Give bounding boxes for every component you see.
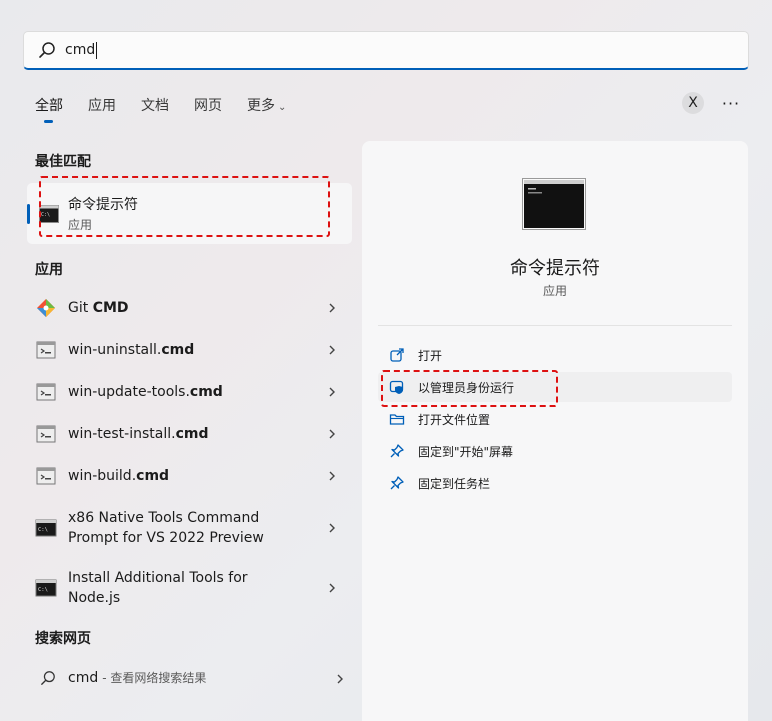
label-match: cmd: [161, 342, 195, 358]
label-text-line2: Prompt for VS 2022 Preview: [68, 530, 264, 546]
script-file-icon: [36, 341, 56, 359]
list-item-label: win-test-install.cmd: [68, 424, 208, 444]
tab-more-label: 更多: [247, 98, 275, 114]
label-text: win-update-tools.: [68, 384, 190, 400]
chevron-right-icon: [337, 674, 343, 684]
tab-more[interactable]: 更多 ⌄: [247, 95, 286, 123]
list-item[interactable]: C:\ Install Additional Tools for Node.js: [35, 567, 345, 609]
list-item-label: x86 Native Tools Command Prompt for VS 20…: [68, 508, 264, 548]
chevron-right-icon: [329, 429, 335, 439]
label-text: win-test-install.: [68, 426, 176, 442]
terminal-icon: C:\: [35, 519, 57, 537]
action-pin-to-start[interactable]: 固定到"开始"屏幕: [378, 436, 732, 466]
list-item[interactable]: win-build.cmd: [35, 465, 345, 487]
script-file-icon: [36, 383, 56, 401]
list-item[interactable]: Git CMD: [35, 297, 345, 319]
filter-tabs: 全部 应用 文档 网页 更多 ⌄: [35, 95, 311, 123]
label-text: win-build.: [68, 468, 137, 484]
svg-text:C:\: C:\: [38, 587, 48, 593]
folder-icon: [389, 414, 405, 425]
search-input[interactable]: cmd: [23, 31, 749, 70]
tab-web[interactable]: 网页: [194, 95, 222, 123]
action-open-file-location[interactable]: 打开文件位置: [378, 404, 732, 434]
pin-icon: [390, 444, 404, 458]
action-open[interactable]: 打开: [378, 340, 732, 370]
chevron-right-icon: [329, 471, 335, 481]
label-text-line2: Node.js: [68, 590, 121, 606]
web-search-query: cmd: [68, 669, 99, 686]
list-item-label: win-uninstall.cmd: [68, 340, 194, 360]
tab-documents[interactable]: 文档: [141, 95, 169, 123]
detail-subtitle: 应用: [542, 284, 567, 298]
label-match: CMD: [92, 300, 129, 316]
chevron-right-icon: [329, 387, 335, 397]
pin-icon: [390, 476, 404, 490]
label-text: Git: [68, 300, 93, 316]
tab-apps[interactable]: 应用: [88, 95, 116, 123]
best-match-heading: 最佳匹配: [35, 154, 91, 170]
tab-all[interactable]: 全部: [35, 95, 63, 123]
detail-title: 命令提示符: [510, 258, 600, 279]
list-item-label: win-update-tools.cmd: [68, 382, 223, 402]
label-match: cmd: [189, 384, 223, 400]
svg-text:C:\: C:\: [38, 527, 48, 533]
highlight-annotation: [381, 370, 558, 407]
chevron-down-icon: ⌄: [278, 102, 287, 113]
chevron-right-icon: [329, 345, 335, 355]
label-text: win-uninstall.: [68, 342, 162, 358]
list-item[interactable]: win-uninstall.cmd: [35, 339, 345, 361]
action-label: 固定到"开始"屏幕: [418, 444, 514, 459]
open-external-icon: [390, 348, 404, 362]
git-icon: [37, 299, 55, 317]
divider: [378, 325, 732, 326]
script-file-icon: [36, 425, 56, 443]
action-label: 打开: [418, 348, 443, 363]
web-search-item[interactable]: cmd - 查看网络搜索结果: [40, 669, 345, 686]
apps-heading: 应用: [35, 262, 63, 278]
label-match: cmd: [175, 426, 209, 442]
search-icon: [41, 670, 55, 685]
chevron-right-icon: [329, 523, 335, 533]
action-pin-to-taskbar[interactable]: 固定到任务栏: [378, 468, 732, 498]
action-label: 固定到任务栏: [418, 476, 491, 491]
list-item-label: Install Additional Tools for Node.js: [68, 568, 248, 608]
web-search-suffix: - 查看网络搜索结果: [102, 671, 207, 685]
list-item-label: win-build.cmd: [68, 466, 169, 486]
highlight-annotation: [39, 176, 330, 237]
close-button[interactable]: X: [682, 92, 704, 114]
label-match: cmd: [136, 468, 170, 484]
list-item[interactable]: win-test-install.cmd: [35, 423, 345, 445]
search-icon: [39, 42, 55, 58]
chevron-right-icon: [329, 303, 335, 313]
detail-panel: 命令提示符 应用 打开 以管理员身份运行 打开文件位置 固定到"开始"屏幕 固定…: [362, 141, 748, 721]
more-options-button[interactable]: ···: [720, 92, 742, 114]
list-item-label: Git CMD: [68, 298, 129, 318]
command-prompt-icon: [522, 178, 586, 230]
action-label: 打开文件位置: [418, 412, 491, 427]
label-text: x86 Native Tools Command: [68, 510, 260, 526]
terminal-icon: C:\: [35, 579, 57, 597]
selection-indicator: [27, 204, 30, 224]
search-query: cmd: [65, 42, 96, 58]
list-item[interactable]: win-update-tools.cmd: [35, 381, 345, 403]
text-caret: [96, 41, 98, 59]
chevron-right-icon: [329, 583, 335, 593]
list-item[interactable]: C:\ x86 Native Tools Command Prompt for V…: [35, 507, 345, 549]
web-search-heading: 搜索网页: [35, 631, 91, 647]
label-text: Install Additional Tools for: [68, 570, 248, 586]
script-file-icon: [36, 467, 56, 485]
